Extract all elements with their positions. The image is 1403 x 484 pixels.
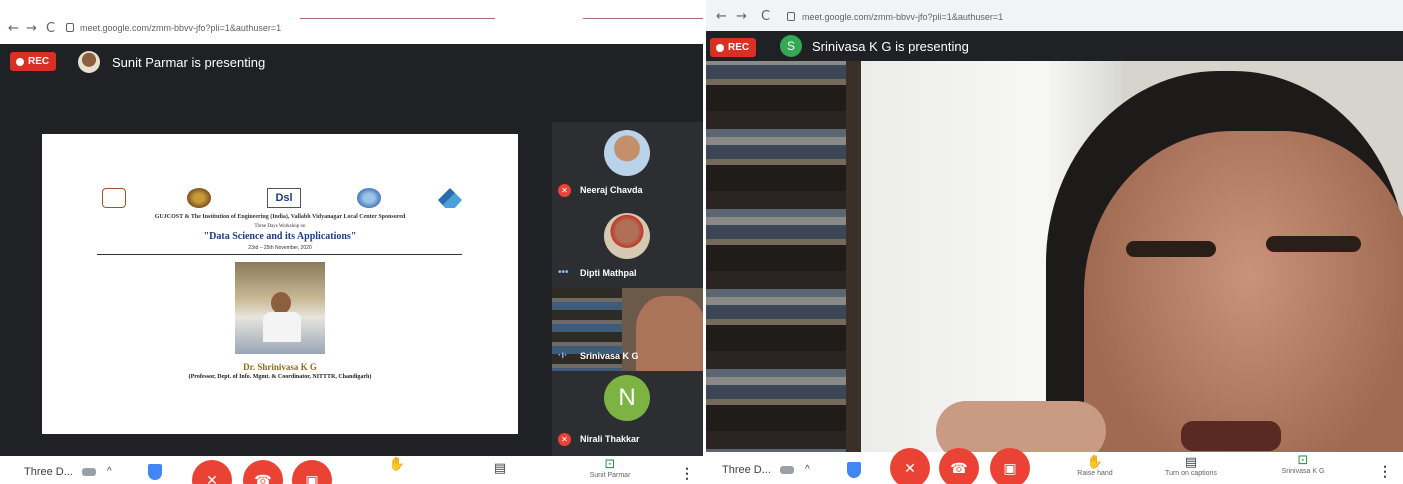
dsl-logo: Dsl bbox=[267, 188, 301, 208]
iei-logo bbox=[187, 188, 211, 208]
audio-level-icon: ·ı· bbox=[558, 350, 568, 361]
mic-off-button[interactable]: ✕ bbox=[890, 448, 930, 484]
recording-badge: REC bbox=[710, 38, 757, 57]
right-meet-window: ← → C meet.google.com/zmm-bbvv-jfo?pli=1… bbox=[706, 0, 1403, 484]
captions-button[interactable]: ▤ Turn on captions bbox=[1156, 455, 1226, 478]
lock-icon bbox=[66, 23, 74, 32]
slide-title: "Data Science and its Applications" bbox=[203, 231, 357, 242]
presenting-label: Sunit Parmar is presenting bbox=[112, 55, 266, 70]
forward-icon[interactable]: → bbox=[736, 9, 747, 24]
presenter-avatar: S bbox=[780, 35, 802, 57]
slide-logos: Dsl bbox=[102, 188, 462, 210]
left-meet-window: ← → C meet.google.com/zmm-bbvv-jfo?pli=1… bbox=[0, 0, 703, 484]
present-icon: ⊡ bbox=[604, 457, 616, 472]
presenting-button[interactable]: ⊡ Sunit Parmar bbox=[575, 457, 645, 480]
speaking-dots-icon: ••• bbox=[558, 267, 569, 278]
back-icon[interactable]: ← bbox=[8, 21, 19, 36]
url-text[interactable]: meet.google.com/zmm-bbvv-jfo?pli=1&authu… bbox=[802, 12, 1003, 22]
tab-divider bbox=[300, 18, 495, 19]
presentation-slide: Dsl GUJCOST & The Institution of Enginee… bbox=[42, 134, 518, 434]
leave-call-button[interactable]: ☎ bbox=[939, 448, 979, 484]
shield-icon[interactable] bbox=[148, 464, 162, 480]
presenting-button[interactable]: ⊡ Srinivasa K G bbox=[1268, 453, 1338, 476]
presenter-avatar bbox=[78, 51, 100, 73]
meeting-stage: REC Sunit Parmar is presenting Dsl GUJCO… bbox=[0, 44, 703, 456]
slide-speaker-name: Dr. Shrinivasa K G bbox=[243, 362, 317, 372]
hand-icon: ✋ bbox=[388, 457, 406, 472]
slide-dates: 23rd – 25th November, 2020 bbox=[248, 245, 312, 251]
forward-icon[interactable]: → bbox=[26, 21, 37, 36]
top-info-bar: REC S Srinivasa K G is presenting bbox=[706, 31, 1403, 61]
camera-off-button[interactable]: ▣ bbox=[292, 460, 332, 484]
speaker-photo bbox=[235, 262, 325, 354]
participant-tile[interactable]: ✕ Neeraj Chavda bbox=[552, 122, 703, 205]
slide-divider bbox=[97, 254, 462, 255]
shield-icon[interactable] bbox=[847, 462, 861, 478]
meeting-stage: REC S Srinivasa K G is presenting bbox=[706, 31, 1403, 452]
captions-button[interactable]: ▤ bbox=[465, 462, 535, 476]
presenter-camera-feed bbox=[706, 31, 1403, 452]
slide-workshop-line: Three Days Workshop on bbox=[254, 224, 306, 229]
meeting-controls-bar: Three D... ^ ✕ ☎ ▣ ✋ Raise hand ▤ Turn on … bbox=[706, 448, 1403, 484]
tab-divider bbox=[583, 18, 703, 19]
browser-address-bar: ← → C meet.google.com/zmm-bbvv-jfo?pli=1… bbox=[0, 0, 703, 44]
participant-tile[interactable]: N ✕ Nirali Thakkar bbox=[552, 371, 703, 454]
participant-tile[interactable]: ••• Dipti Mathpal bbox=[552, 205, 703, 288]
emblem-logo bbox=[357, 188, 381, 208]
raise-hand-button[interactable]: ✋ Raise hand bbox=[1060, 455, 1130, 478]
browser-address-bar: ← → C meet.google.com/zmm-bbvv-jfo?pli=1… bbox=[706, 0, 1403, 31]
captions-toggle-icon[interactable] bbox=[82, 468, 96, 476]
slide-speaker-affiliation: (Professor, Dept. of Info. Mgmt. & Coord… bbox=[188, 374, 372, 380]
chevron-up-icon[interactable]: ^ bbox=[805, 464, 810, 475]
more-options-icon[interactable]: ⋮ bbox=[1378, 463, 1392, 480]
participant-name: Srinivasa K G bbox=[580, 351, 639, 361]
more-options-icon[interactable]: ⋮ bbox=[680, 465, 694, 482]
present-icon: ⊡ bbox=[1297, 453, 1309, 468]
meeting-title[interactable]: Three D... bbox=[24, 466, 73, 478]
presenting-label: Srinivasa K G is presenting bbox=[812, 39, 969, 54]
meeting-title[interactable]: Three D... bbox=[722, 464, 771, 476]
raise-hand-button[interactable]: ✋ bbox=[362, 458, 432, 472]
captions-icon: ▤ bbox=[1184, 455, 1198, 470]
mic-off-icon: ✕ bbox=[558, 433, 571, 446]
reload-icon[interactable]: C bbox=[761, 9, 770, 24]
recording-badge: REC bbox=[10, 52, 57, 71]
participant-name: Nirali Thakkar bbox=[580, 434, 640, 444]
avatar bbox=[604, 130, 650, 176]
chevron-up-icon[interactable]: ^ bbox=[107, 466, 112, 477]
hand-icon: ✋ bbox=[1086, 455, 1104, 470]
nitttr-logo bbox=[438, 188, 462, 208]
participant-name: Neeraj Chavda bbox=[580, 185, 643, 195]
captions-icon: ▤ bbox=[493, 461, 507, 476]
lock-icon bbox=[787, 12, 795, 21]
avatar: N bbox=[604, 375, 650, 421]
captions-toggle-icon[interactable] bbox=[780, 466, 794, 474]
reload-icon[interactable]: C bbox=[46, 21, 55, 36]
participant-sidebar: ✕ Neeraj Chavda ••• Dipti Mathpal ·ı· Sr… bbox=[552, 122, 703, 456]
leave-call-button[interactable]: ☎ bbox=[243, 460, 283, 484]
meeting-controls-bar: Three D... ^ ✕ ☎ ▣ ✋ ▤ ⊡ Sunit Parmar ⋮ bbox=[0, 456, 703, 484]
mic-off-icon: ✕ bbox=[558, 184, 571, 197]
participant-video-tile[interactable]: ·ı· Srinivasa K G bbox=[552, 288, 703, 378]
gujcost-logo bbox=[102, 188, 126, 208]
participant-name: Dipti Mathpal bbox=[580, 268, 637, 278]
url-text[interactable]: meet.google.com/zmm-bbvv-jfo?pli=1&authu… bbox=[80, 23, 281, 33]
slide-sponsor-line: GUJCOST & The Institution of Engineering… bbox=[154, 214, 406, 220]
mic-off-button[interactable]: ✕ bbox=[192, 460, 232, 484]
avatar bbox=[604, 213, 650, 259]
back-icon[interactable]: ← bbox=[716, 9, 727, 24]
camera-off-button[interactable]: ▣ bbox=[990, 448, 1030, 484]
